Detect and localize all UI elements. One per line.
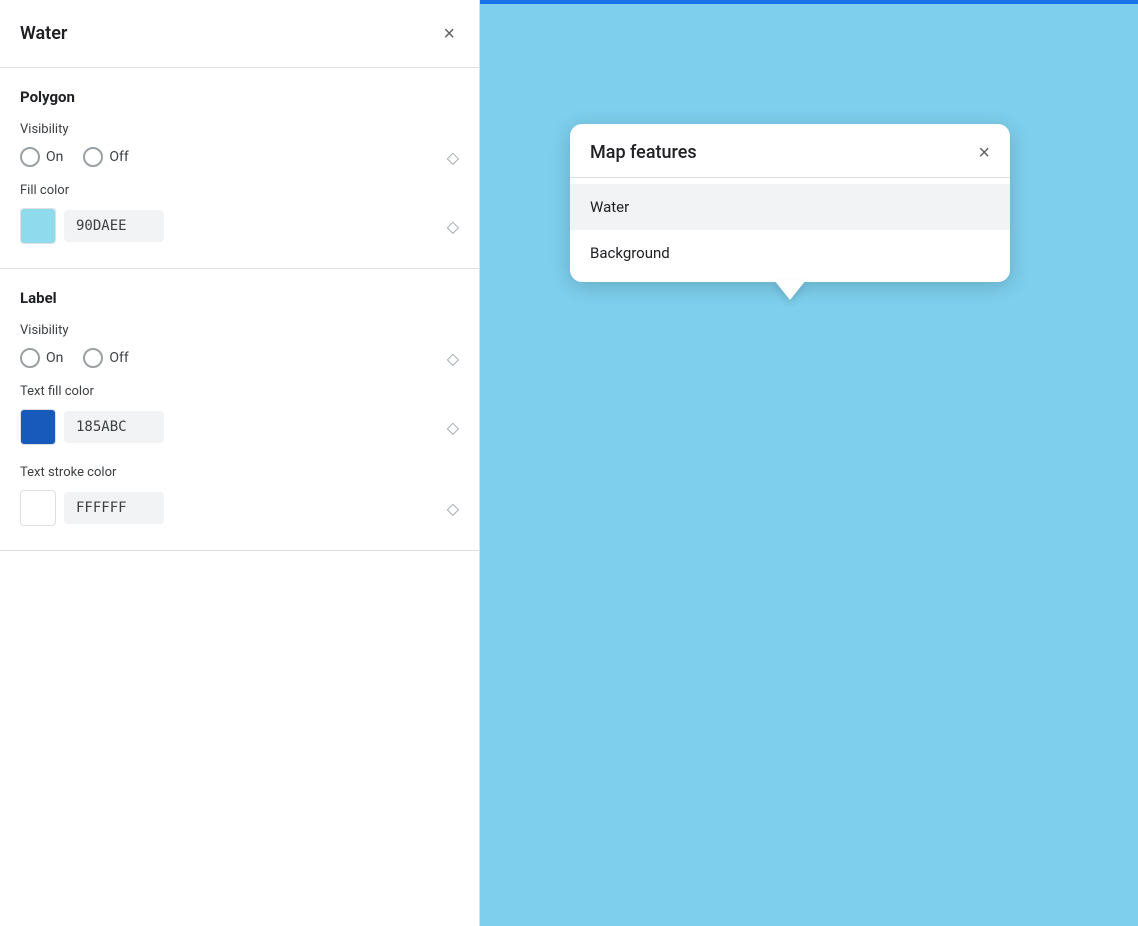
popup-item-background[interactable]: Background: [570, 230, 1010, 276]
polygon-radio-off-label: Off: [109, 149, 128, 165]
label-section: Label Visibility On Off ◇ Text fill colo…: [0, 269, 479, 551]
label-radio-on-circle: [20, 348, 40, 368]
polygon-radio-on-label: On: [46, 149, 63, 165]
popup-header: Map features ×: [570, 124, 1010, 178]
map-features-popup: Map features × Water Background: [570, 124, 1010, 282]
left-panel: Water × Polygon Visibility On Off ◇ Fill…: [0, 0, 480, 926]
polygon-radio-on-circle: [20, 147, 40, 167]
label-text-fill-diamond-icon[interactable]: ◇: [447, 418, 459, 437]
label-radio-on[interactable]: On: [20, 348, 63, 368]
label-text-stroke-diamond-icon[interactable]: ◇: [447, 499, 459, 518]
label-text-stroke-label: Text stroke color: [20, 465, 459, 480]
popup-title: Map features: [590, 142, 697, 163]
label-visibility-diamond-icon[interactable]: ◇: [447, 349, 459, 368]
label-radio-off[interactable]: Off: [83, 348, 128, 368]
popup-list: Water Background: [570, 178, 1010, 282]
polygon-fill-color-value[interactable]: 90DAEE: [64, 210, 164, 242]
polygon-fill-color-group: 90DAEE: [20, 208, 164, 244]
label-text-fill-group: 185ABC: [20, 409, 164, 445]
polygon-radio-off-circle: [83, 147, 103, 167]
panel-header: Water ×: [0, 0, 479, 68]
label-radio-off-label: Off: [109, 350, 128, 366]
label-radio-on-label: On: [46, 350, 63, 366]
polygon-fill-color-swatch[interactable]: [20, 208, 56, 244]
label-radio-off-circle: [83, 348, 103, 368]
label-section-title: Label: [20, 289, 459, 307]
polygon-section-title: Polygon: [20, 88, 459, 106]
label-radio-options: On Off: [20, 348, 129, 368]
label-text-fill-swatch[interactable]: [20, 409, 56, 445]
label-text-fill-label: Text fill color: [20, 384, 459, 399]
polygon-radio-on[interactable]: On: [20, 147, 63, 167]
popup-item-water[interactable]: Water: [570, 184, 1010, 230]
polygon-visibility-diamond-icon[interactable]: ◇: [447, 148, 459, 167]
label-text-stroke-row: FFFFFF ◇: [20, 490, 459, 526]
label-text-fill-value[interactable]: 185ABC: [64, 411, 164, 443]
polygon-section: Polygon Visibility On Off ◇ Fill color 9…: [0, 68, 479, 269]
popup-item-background-label: Background: [590, 244, 670, 262]
popup-close-button[interactable]: ×: [978, 143, 990, 163]
polygon-radio-off[interactable]: Off: [83, 147, 128, 167]
panel-close-button[interactable]: ×: [439, 20, 459, 48]
label-text-stroke-swatch[interactable]: [20, 490, 56, 526]
polygon-visibility-label: Visibility: [20, 122, 459, 137]
panel-title: Water: [20, 23, 67, 44]
label-text-stroke-group: FFFFFF: [20, 490, 164, 526]
map-panel: Map features × Water Background: [480, 0, 1138, 926]
polygon-fill-color-diamond-icon[interactable]: ◇: [447, 217, 459, 236]
polygon-fill-color-label: Fill color: [20, 183, 459, 198]
label-visibility-label: Visibility: [20, 323, 459, 338]
polygon-visibility-row: On Off ◇: [20, 147, 459, 167]
polygon-radio-options: On Off: [20, 147, 129, 167]
label-text-fill-row: 185ABC ◇: [20, 409, 459, 445]
popup-item-water-label: Water: [590, 198, 629, 216]
label-visibility-row: On Off ◇: [20, 348, 459, 368]
polygon-fill-color-row: 90DAEE ◇: [20, 208, 459, 244]
label-text-stroke-value[interactable]: FFFFFF: [64, 492, 164, 524]
